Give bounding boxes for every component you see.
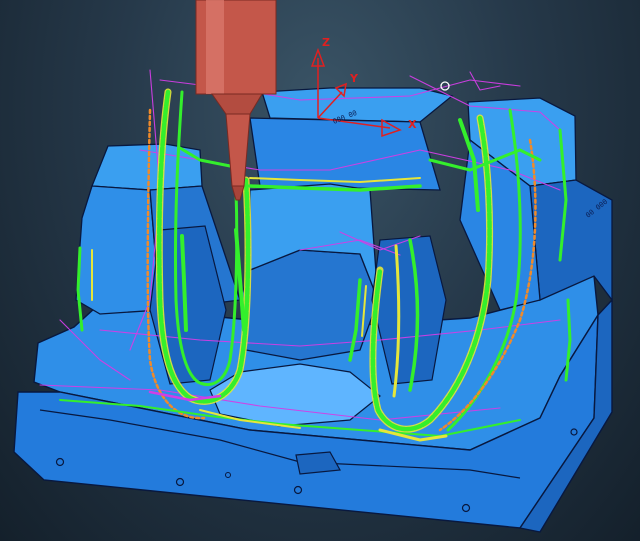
tool-tip: [231, 185, 245, 201]
x-axis-label: X: [408, 118, 417, 131]
y-axis-label: Y: [349, 72, 359, 85]
z-axis-label: Z: [322, 36, 330, 49]
cam-3d-viewport[interactable]: Z Y X 000 00 00 000: [0, 0, 640, 541]
tool-holder-highlight: [206, 0, 224, 94]
tool-shank: [225, 113, 251, 187]
tool-taper: [211, 93, 263, 115]
scene-canvas[interactable]: Z Y X 000 00 00 000: [0, 0, 640, 541]
back-block-top: [261, 87, 454, 123]
right-tower-side: [529, 179, 613, 302]
